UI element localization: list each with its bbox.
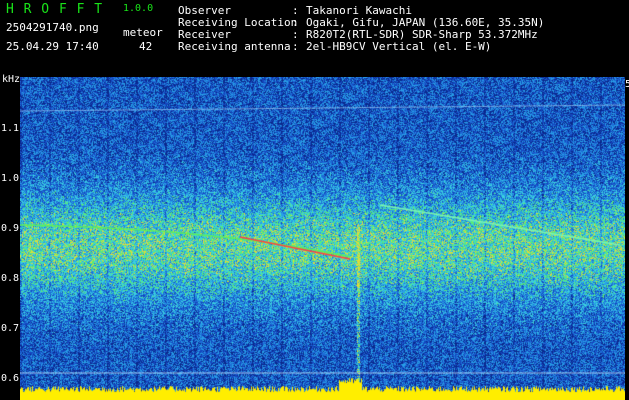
file-name: 2504291740.png xyxy=(6,21,99,34)
info-label: Receiver xyxy=(178,28,231,41)
meteor-count: 42 xyxy=(139,40,153,53)
info-value: Takanori Kawachi xyxy=(306,4,412,17)
info-value: 2el-HB9CV Vertical (el. E-W) xyxy=(306,40,492,53)
info-label: Observer xyxy=(178,4,231,17)
spectrogram-waterfall xyxy=(20,77,625,400)
info-label: Receiving antenna xyxy=(178,40,291,53)
capture-datetime: 25.04.29 17:40 xyxy=(6,40,99,53)
app-title: H R O F F T xyxy=(6,2,104,17)
info-separator: : xyxy=(292,4,299,17)
y-tick-label: 1.1 xyxy=(1,123,20,134)
y-tick-label: 0.8 xyxy=(1,273,20,284)
y-tick-label: 0.9 xyxy=(1,223,20,234)
info-separator: : xyxy=(292,40,299,53)
info-separator: : xyxy=(292,28,299,41)
spectrogram-canvas xyxy=(20,77,625,400)
y-axis: 1.1 1.0 0.9 0.8 0.7 0.6 xyxy=(0,77,25,400)
info-label: Receiving Location xyxy=(178,16,298,29)
y-tick-label: 0.6 xyxy=(1,373,20,384)
app-version: 1.0.0 xyxy=(123,3,154,14)
info-separator: : xyxy=(292,16,299,29)
info-value: R820T2(RTL-SDR) SDR-Sharp 53.372MHz xyxy=(306,28,538,41)
y-tick-label: 1.0 xyxy=(1,173,20,184)
info-value: Ogaki, Gifu, JAPAN (136.60E, 35.35N) xyxy=(306,16,545,29)
y-tick-label: 0.7 xyxy=(1,323,20,334)
hrofft-window: { "app": { "title": "H R O F F T", "vers… xyxy=(0,0,629,400)
meteor-label: meteor xyxy=(123,26,163,39)
